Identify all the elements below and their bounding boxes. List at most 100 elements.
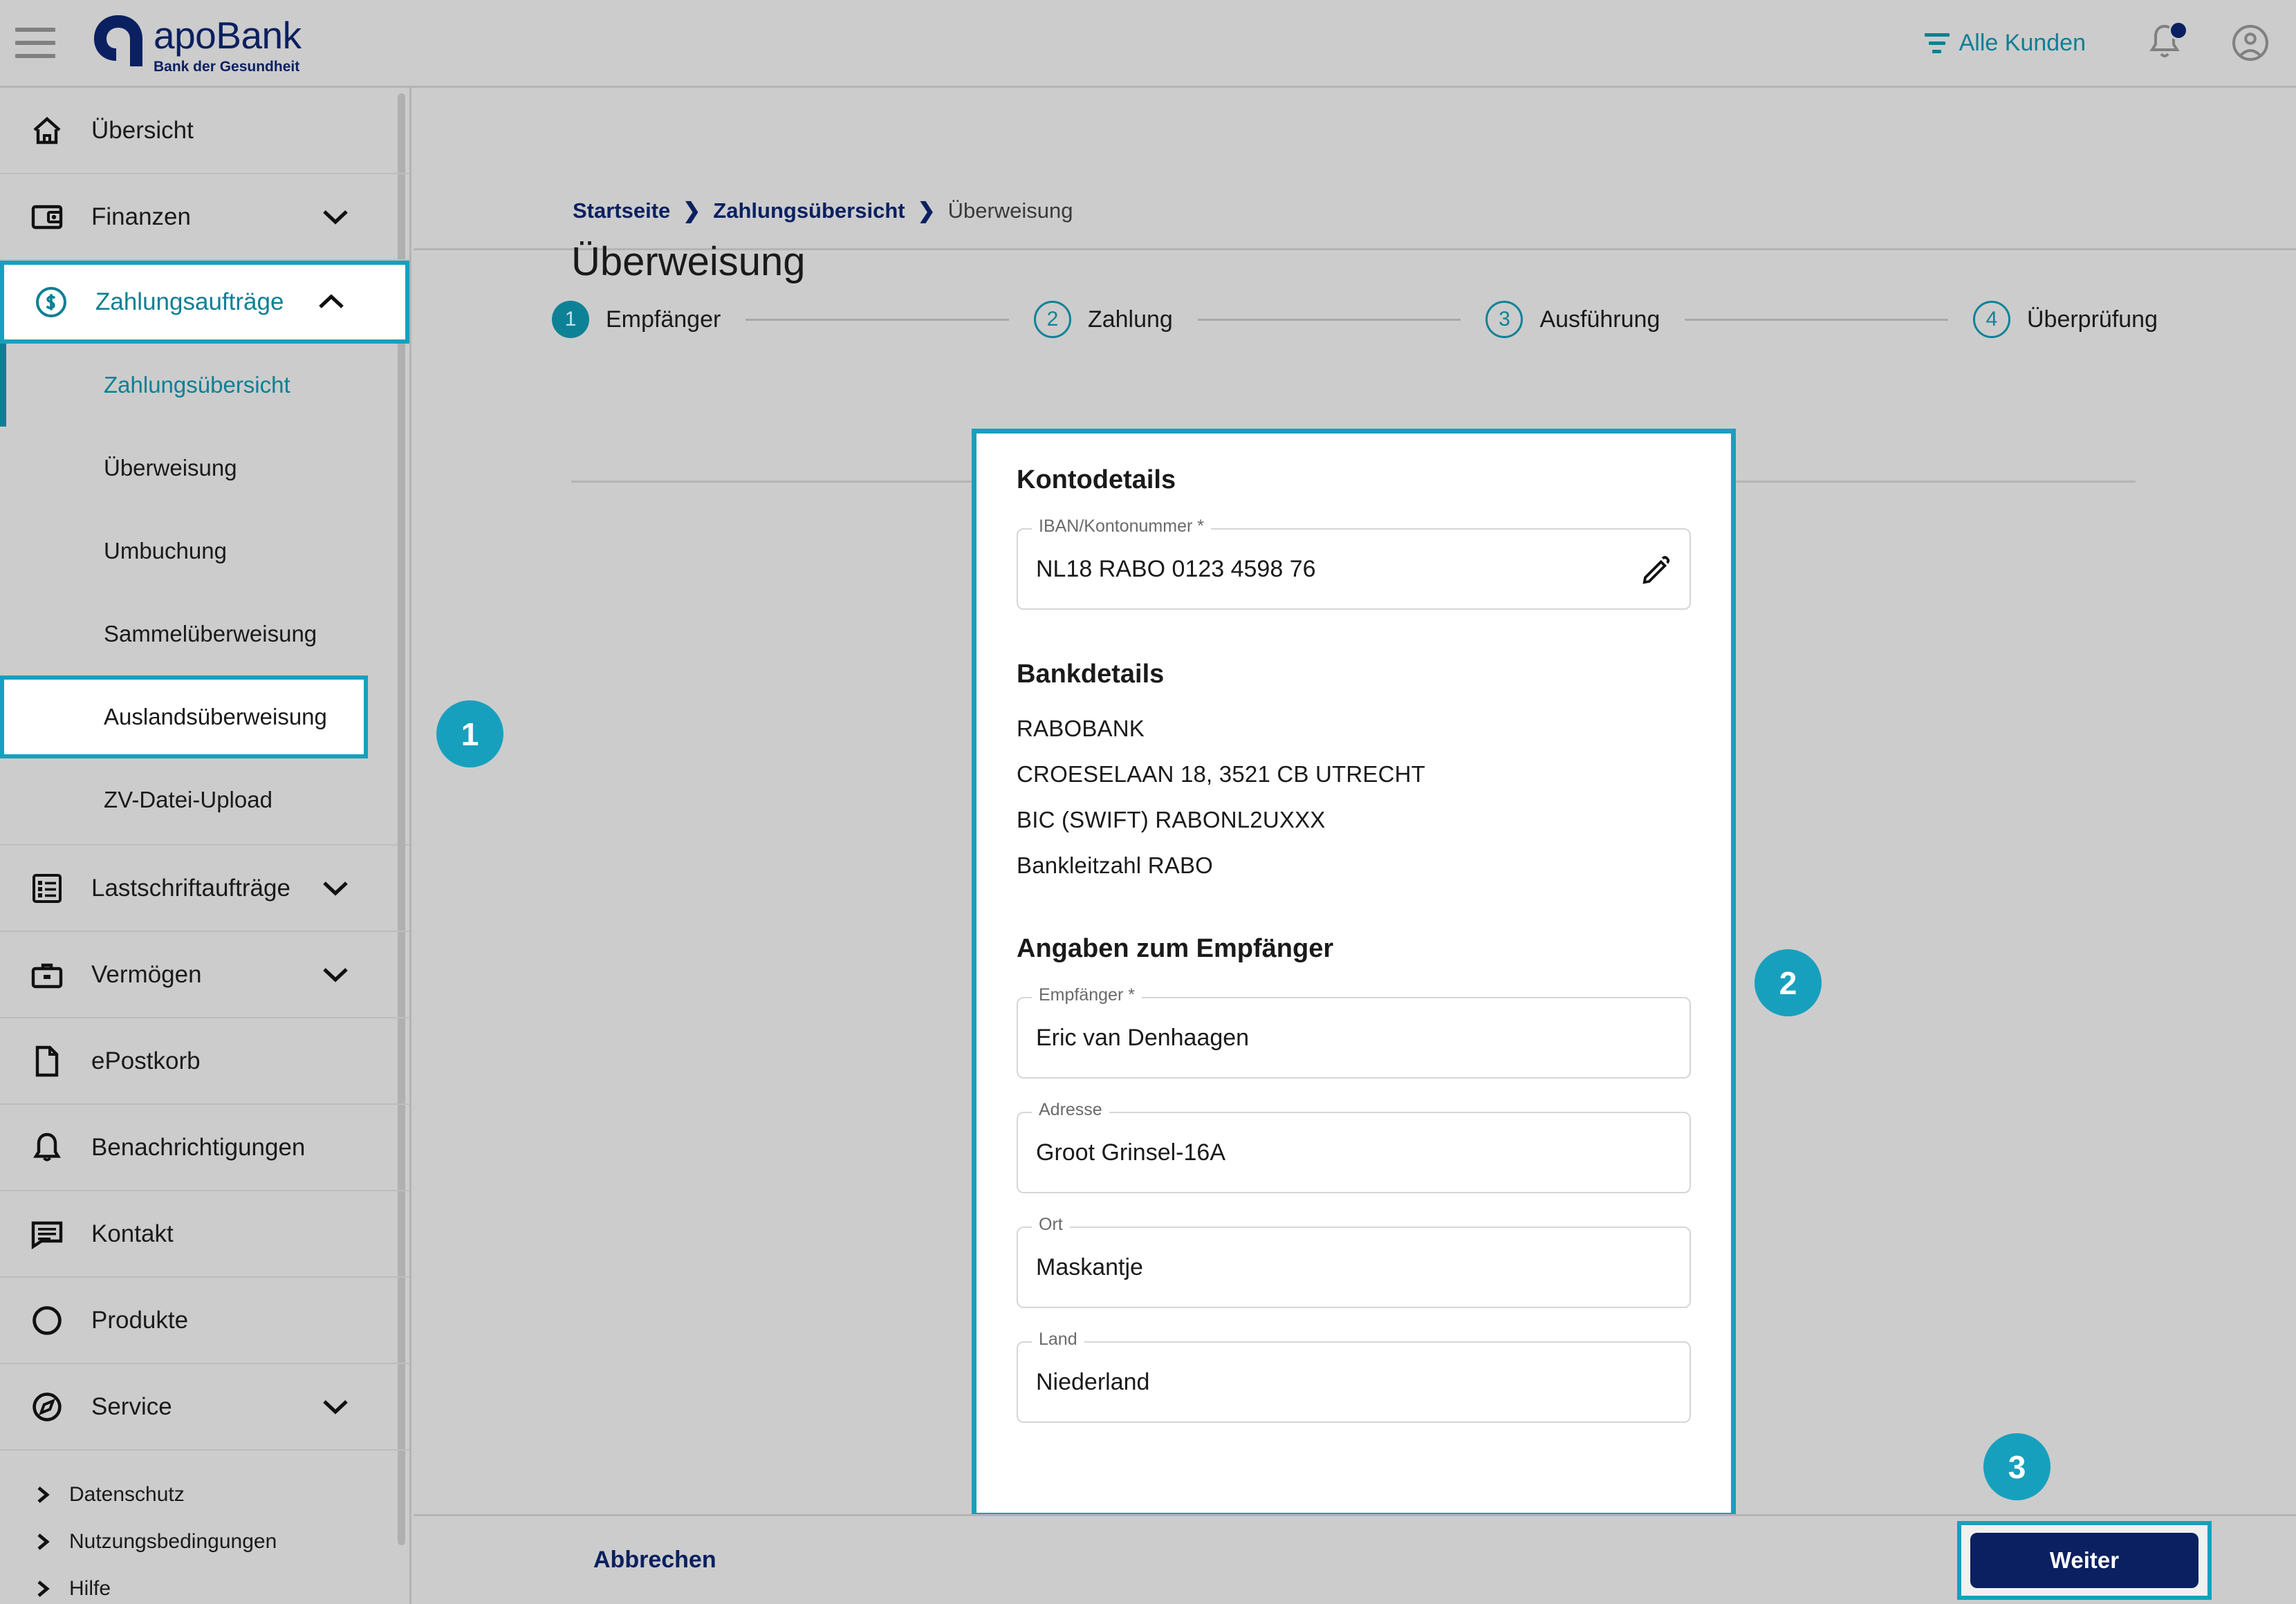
sidebar-subitem-label: Überweisung	[104, 455, 237, 481]
sidebar-subitem-auslandsueberweisung[interactable]: Auslandsüberweisung	[0, 675, 368, 758]
sidebar: Übersicht Finanzen Zahlungsaufträge Zahl…	[0, 88, 411, 1604]
breadcrumb: Startseite ❯ Zahlungsübersicht ❯ Überwei…	[573, 198, 1073, 223]
sidebar-subnav: Zahlungsübersicht Überweisung Umbuchung …	[0, 344, 409, 846]
stepper-step-3[interactable]: 3 Ausführung	[1485, 301, 1660, 338]
apobank-logo[interactable]: apoBank Bank der Gesundheit	[91, 12, 302, 74]
sidebar-subitem-label: Auslandsüberweisung	[104, 704, 327, 729]
top-bar: apoBank Bank der Gesundheit Alle Kunden	[0, 0, 2296, 88]
chevron-up-icon	[318, 294, 344, 310]
step-connector	[1685, 318, 1948, 321]
sidebar-item-label: ePostkorb	[91, 1047, 201, 1074]
sidebar-item-epostkorb[interactable]: ePostkorb	[0, 1018, 409, 1105]
stepper: 1 Empfänger 2 Zahlung 3 Ausführung 4 Übe…	[414, 250, 2296, 389]
step-label: Überprüfung	[2026, 306, 2158, 333]
form-footer: Abbrechen Weiter	[414, 1514, 2296, 1604]
sidebar-item-vermoegen[interactable]: Vermögen	[0, 932, 409, 1018]
recipient-city-field[interactable]: Ort Maskantje	[1017, 1215, 1691, 1308]
all-customers-label: Alle Kunden	[1959, 29, 2086, 56]
sidebar-item-zahlungsauftraege[interactable]: Zahlungsaufträge	[0, 261, 409, 344]
hamburger-line	[15, 28, 55, 32]
footer-link-label: Datenschutz	[69, 1483, 185, 1506]
footer-link-label: Nutzungsbedingungen	[69, 1530, 277, 1553]
recipient-name-label: Empfänger *	[1032, 985, 1142, 1005]
chat-icon	[29, 1216, 65, 1252]
sidebar-item-label: Produkte	[91, 1306, 189, 1334]
stepper-step-2[interactable]: 2 Zahlung	[1033, 301, 1173, 338]
hamburger-line	[15, 54, 55, 58]
recipient-country-value: Niederland	[1036, 1368, 1150, 1395]
chevron-down-icon	[322, 967, 349, 982]
hamburger-line	[15, 41, 55, 45]
cancel-button[interactable]: Abbrechen	[593, 1547, 716, 1574]
sidebar-subitem-ueberweisung[interactable]: Überweisung	[0, 427, 409, 510]
annotation-badge-2: 2	[1755, 949, 1822, 1016]
pencil-edit-icon[interactable]	[1641, 554, 1672, 584]
recipient-address-field[interactable]: Adresse Groot Grinsel-16A	[1017, 1100, 1691, 1193]
stepper-step-4[interactable]: 4 Überprüfung	[1972, 301, 2158, 338]
circle-icon	[29, 1303, 65, 1339]
wallet-icon	[29, 199, 65, 235]
recipient-country-field[interactable]: Land Niederland	[1017, 1330, 1691, 1423]
sidebar-item-benachrichtigungen[interactable]: Benachrichtigungen	[0, 1105, 409, 1191]
sidebar-subitem-label: Sammelüberweisung	[104, 621, 317, 646]
recipient-details-card: Kontodetails IBAN/Kontonummer * NL18 RAB…	[972, 429, 1736, 1518]
sidebar-item-label: Zahlungsaufträge	[95, 288, 284, 315]
footer-link-datenschutz[interactable]: Datenschutz	[0, 1471, 409, 1518]
step-label: Empfänger	[606, 306, 721, 333]
page-header: Startseite ❯ Zahlungsübersicht ❯ Überwei…	[414, 88, 2296, 284]
step-connector	[746, 318, 1009, 321]
sidebar-item-label: Finanzen	[91, 203, 191, 230]
sidebar-item-label: Lastschriftaufträge	[91, 874, 290, 902]
stepper-step-1[interactable]: 1 Empfänger	[552, 301, 721, 338]
sidebar-item-finanzen[interactable]: Finanzen	[0, 174, 409, 261]
sidebar-subitem-zv-datei-upload[interactable]: ZV-Datei-Upload	[0, 758, 409, 841]
footer-link-label: Hilfe	[69, 1577, 111, 1600]
footer-link-nutzungsbedingungen[interactable]: Nutzungsbedingungen	[0, 1518, 409, 1565]
annotation-badge-1: 1	[436, 700, 503, 767]
next-button[interactable]: Weiter	[1970, 1532, 2198, 1588]
bank-detail-line: Bankleitzahl RABO	[1017, 852, 1214, 878]
footer-link-hilfe[interactable]: Hilfe	[0, 1565, 409, 1604]
sidebar-footer-links: Datenschutz Nutzungsbedingungen Hilfe	[0, 1451, 409, 1604]
sidebar-item-uebersicht[interactable]: Übersicht	[0, 88, 409, 174]
breadcrumb-item-startseite[interactable]: Startseite	[573, 198, 670, 223]
recipient-city-value: Maskantje	[1036, 1253, 1143, 1280]
sidebar-item-lastschriftauftraege[interactable]: Lastschriftaufträge	[0, 846, 409, 932]
recipient-country-label: Land	[1032, 1330, 1084, 1350]
account-circle-icon[interactable]	[2231, 24, 2270, 62]
app-root: apoBank Bank der Gesundheit Alle Kunden	[0, 0, 2296, 1604]
filter-icon	[1924, 32, 1950, 53]
sidebar-subitem-umbuchung[interactable]: Umbuchung	[0, 510, 409, 593]
chevron-right-icon	[36, 1533, 51, 1551]
bank-detail-line: RABOBANK	[1017, 716, 1145, 741]
bank-details-section: Bankdetails RABOBANK CROESELAAN 18, 3521…	[1017, 660, 1691, 879]
briefcase-icon	[29, 957, 65, 993]
bank-detail-line: CROESELAAN 18, 3521 CB UTRECHT	[1017, 761, 1426, 787]
sidebar-subitem-sammelueberweisung[interactable]: Sammelüberweisung	[0, 593, 409, 675]
sidebar-item-service[interactable]: Service	[0, 1364, 409, 1451]
sidebar-item-kontakt[interactable]: Kontakt	[0, 1191, 409, 1278]
apobank-logo-mark-icon	[91, 12, 145, 68]
all-customers-button[interactable]: Alle Kunden	[1924, 29, 2086, 57]
iban-field-label: IBAN/Kontonummer *	[1032, 516, 1211, 537]
hamburger-menu-icon[interactable]	[15, 28, 55, 58]
step-label: Zahlung	[1087, 306, 1173, 333]
recipient-name-value: Eric van Denhaagen	[1036, 1024, 1250, 1051]
sidebar-subitem-zahlungsuebersicht[interactable]: Zahlungsübersicht	[0, 344, 409, 427]
iban-field[interactable]: IBAN/Kontonummer * NL18 RABO 0123 4598 7…	[1017, 516, 1691, 610]
sidebar-item-label: Service	[91, 1392, 172, 1420]
bank-detail-line: BIC (SWIFT) RABONL2UXXX	[1017, 807, 1326, 832]
step-number: 2	[1033, 301, 1071, 338]
iban-field-value: NL18 RABO 0123 4598 76	[1036, 555, 1316, 582]
recipient-name-field[interactable]: Empfänger * Eric van Denhaagen	[1017, 985, 1691, 1079]
sidebar-item-label: Benachrichtigungen	[91, 1133, 306, 1161]
step-number: 1	[552, 301, 589, 338]
bell-icon[interactable]	[2147, 21, 2188, 62]
bank-details-heading: Bankdetails	[1017, 660, 1165, 689]
dollar-circle-icon	[33, 284, 69, 320]
breadcrumb-item-zahlungsuebersicht[interactable]: Zahlungsübersicht	[713, 198, 905, 223]
recipient-heading: Angaben zum Empfänger	[1017, 934, 1334, 963]
sidebar-subitem-label: ZV-Datei-Upload	[104, 787, 272, 812]
sidebar-item-produkte[interactable]: Produkte	[0, 1278, 409, 1364]
chevron-right-icon: ❯	[683, 198, 701, 223]
